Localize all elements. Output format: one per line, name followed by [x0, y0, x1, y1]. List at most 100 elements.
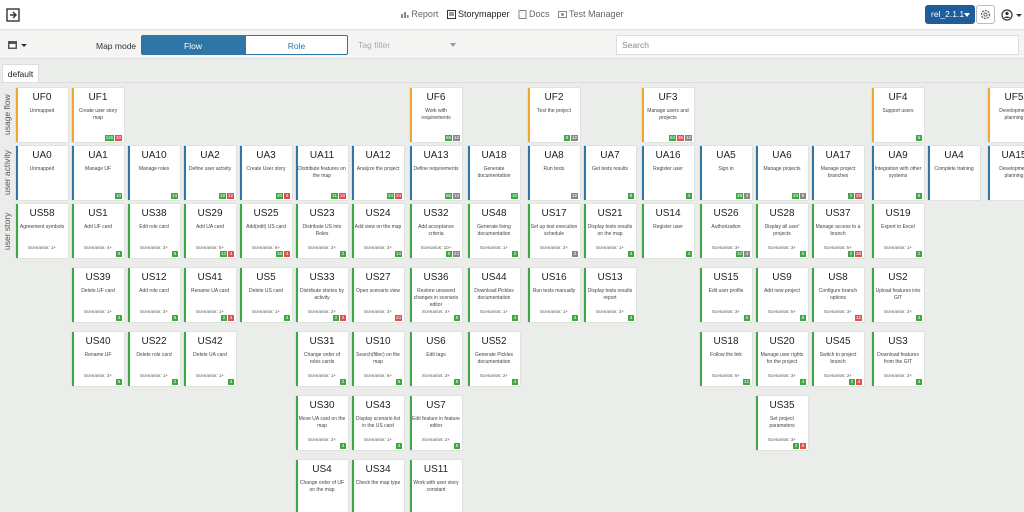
- us-card-us25[interactable]: US25 Add(edit) US card Scenarios: 6+ 16 4: [240, 204, 292, 258]
- uf-card-uf3[interactable]: UF3 Manage users and projects 54 36 12: [642, 88, 694, 142]
- card-badges: 34 24: [386, 193, 402, 199]
- us-card-us31[interactable]: US31 Change order of roles cards Scenarios…: [296, 332, 348, 386]
- ua-card-ua17[interactable]: UA17 Manage project branches 2 28: [812, 146, 864, 200]
- us-card-us42[interactable]: US42 Delete UA card Scenarios: 1+ 4: [184, 332, 236, 386]
- us-card-us19[interactable]: US19 Export to Excel Scenarios: 1+ 2: [872, 204, 924, 258]
- nav-test-manager[interactable]: Test Manager: [558, 9, 624, 19]
- ua-card-ua0[interactable]: UA0 Unmapped: [16, 146, 68, 200]
- us-card-us40[interactable]: US40 Rename UF Scenarios: 3+ 6: [72, 332, 124, 386]
- tag-filter-select[interactable]: Tag filter: [352, 35, 460, 55]
- us-card-us45[interactable]: US45 Switch to project branch Scenarios: 2…: [812, 332, 864, 386]
- ua-card-ua18[interactable]: UA18 Generate documentation 10: [468, 146, 520, 200]
- status-badge-gray: 4: [744, 251, 750, 257]
- ua-card-ua11[interactable]: UA11 Distribute features on the map 11 10: [296, 146, 348, 200]
- ua-card-ua9[interactable]: UA9 Integration with other systems 6: [872, 146, 924, 200]
- card-id: US36: [423, 272, 449, 283]
- ua-card-ua4[interactable]: UA4 Complete training: [928, 146, 980, 200]
- us-card-us12[interactable]: US12 Add role card Scenarios: 3+ 6: [128, 268, 180, 322]
- us-card-us39[interactable]: US39 Delete UF card Scenarios: 1+ 4: [72, 268, 124, 322]
- us-card-us28[interactable]: US28 Display all user' projects Scenarios:…: [756, 204, 808, 258]
- uf-card-uf5[interactable]: UF5 Development planning: [988, 88, 1024, 142]
- us-card-us14[interactable]: US14 Register user 4: [642, 204, 694, 258]
- us-card-us52[interactable]: US52 Generate Pickles documentation Scenar…: [468, 332, 520, 386]
- us-card-us48[interactable]: US48 Generate living documentation Scenari…: [468, 204, 520, 258]
- us-card-us22[interactable]: US22 Delete role card Scenarios: 1+ 2: [128, 332, 180, 386]
- us-card-us30[interactable]: US30 Move UA card on the map Scenarios: 2+…: [296, 396, 348, 450]
- card-id: US7: [426, 400, 446, 411]
- ua-card-ua3[interactable]: UA3 Create User story 20 4: [240, 146, 292, 200]
- release-dropdown[interactable]: rel_2.1.1: [925, 5, 975, 24]
- user-menu[interactable]: [1001, 8, 1023, 22]
- card-id: US31: [309, 336, 335, 347]
- us-card-us8[interactable]: US8 Configure branch options Scenarios: 3+…: [812, 268, 864, 322]
- us-card-us7[interactable]: US7 Edit feature in feature editor Scenari…: [410, 396, 462, 450]
- settings-button[interactable]: [976, 5, 995, 24]
- us-card-us18[interactable]: US18 Follow the link Scenarios: 6+ 12: [700, 332, 752, 386]
- uf-card-uf4[interactable]: UF4 Support users 6: [872, 88, 924, 142]
- us-card-us26[interactable]: US26 Authorization Scenarios: 3+ 10 4: [700, 204, 752, 258]
- us-card-us41[interactable]: US41 Rename UA card Scenarios: 1+ 2 4: [184, 268, 236, 322]
- tab-default[interactable]: default: [2, 64, 39, 82]
- us-card-us4[interactable]: US4 Change order of UF on the map: [296, 460, 348, 512]
- role-mode-button[interactable]: Role: [245, 35, 348, 55]
- flow-mode-button[interactable]: Flow: [141, 35, 245, 55]
- uf-card-uf2[interactable]: UF2 Test the project 8 12: [528, 88, 580, 142]
- us-card-us9[interactable]: US9 Add new project Scenarios: 5+ 8: [756, 268, 808, 322]
- us-card-us44[interactable]: US44 Download Pickles documentation Scenar…: [468, 268, 520, 322]
- status-badge-green: 4: [284, 315, 290, 321]
- ua-card-ua2[interactable]: UA2 Define user activity 18 12: [184, 146, 236, 200]
- us-card-us23[interactable]: US23 Distribute US into Roles Scenarios: 2…: [296, 204, 348, 258]
- card-badges: 10: [510, 193, 518, 199]
- us-card-us3[interactable]: US3 Download features from the GIT Scenari…: [872, 332, 924, 386]
- us-card-us34[interactable]: US34 Check the map type: [352, 460, 404, 512]
- nav-report[interactable]: Report: [400, 9, 438, 19]
- status-badge-red: 4: [856, 379, 862, 385]
- us-card-us15[interactable]: US15 Edit user profile Scenarios: 3+ 6: [700, 268, 752, 322]
- card-badges: 6: [916, 135, 922, 141]
- ua-card-ua10[interactable]: UA10 Manage roles 14: [128, 146, 180, 200]
- us-card-us6[interactable]: US6 Edit tags Scenarios: 3+ 6: [410, 332, 462, 386]
- uf-card-uf0[interactable]: UF0 Unmapped: [16, 88, 68, 142]
- us-card-us37[interactable]: US37 Manage access to a branch Scenarios: …: [812, 204, 864, 258]
- status-badge-green: 115: [104, 135, 114, 141]
- us-card-us11[interactable]: US11 Work with user story constant: [410, 460, 462, 512]
- nav-storymapper[interactable]: Storymapper: [446, 9, 509, 19]
- status-badge-green: 6: [116, 379, 122, 385]
- us-card-us32[interactable]: US32 Add acceptance criteria Scenarios: 10…: [410, 204, 462, 258]
- us-card-us29[interactable]: US29 Add UA card Scenarios: 5+ 12 4: [184, 204, 236, 258]
- us-card-us36[interactable]: US36 Restore unsaved changes in scenario …: [410, 268, 462, 322]
- us-card-us17[interactable]: US17 Set up test execution schedule Scenar…: [528, 204, 580, 258]
- export-menu-icon[interactable]: [7, 39, 29, 51]
- us-card-us1[interactable]: US1 Add UF card Scenarios: 4+ 8: [72, 204, 124, 258]
- us-card-us2[interactable]: US2 Upload features into GIT Scenarios: 2+…: [872, 268, 924, 322]
- ua-card-ua1[interactable]: UA1 Manage UF 10: [72, 146, 124, 200]
- card-id: US32: [423, 208, 449, 219]
- ua-card-ua7[interactable]: UA7 Get tests results 8: [584, 146, 636, 200]
- us-card-us38[interactable]: US38 Edit role card Scenarios: 3+ 6: [128, 204, 180, 258]
- us-card-us43[interactable]: US43 Display scenario list in the US card…: [352, 396, 404, 450]
- ua-card-ua8[interactable]: UA8 Run tests 12: [528, 146, 580, 200]
- us-card-us20[interactable]: US20 Manage user rights for the project Sc…: [756, 332, 808, 386]
- us-card-us5[interactable]: US5 Delete US card Scenarios: 1+ 4: [240, 268, 292, 322]
- us-card-us24[interactable]: US24 Add view on the map Scenarios: 3+ 14: [352, 204, 404, 258]
- uf-card-uf6[interactable]: UF6 Work with requirements 66 12: [410, 88, 462, 142]
- us-card-us13[interactable]: US13 Display tests results report Scenario…: [584, 268, 636, 322]
- ua-card-ua16[interactable]: UA16 Register user 4: [642, 146, 694, 200]
- ua-card-ua5[interactable]: UA5 Sign in 28 4: [700, 146, 752, 200]
- ua-card-ua15[interactable]: UA15 Development planning: [988, 146, 1024, 200]
- nav-docs[interactable]: Docs: [518, 9, 550, 19]
- ua-card-ua13[interactable]: UA13 Define requirements 56 12: [410, 146, 462, 200]
- us-card-us27[interactable]: US27 Open scenario view Scenarios: 3+ 24: [352, 268, 404, 322]
- us-card-us35[interactable]: US35 Set project parameters Scenarios: 3+ 2…: [756, 396, 808, 450]
- status-badge-green: 6: [800, 251, 806, 257]
- uf-card-uf1[interactable]: UF1 Create user story map 115 10: [72, 88, 124, 142]
- us-card-us10[interactable]: US10 Search(filter) on the map Scenarios: …: [352, 332, 404, 386]
- search-input[interactable]: Search: [616, 35, 1019, 55]
- ua-card-ua12[interactable]: UA12 Analyze the project 34 24: [352, 146, 404, 200]
- us-card-us21[interactable]: US21 Display tests results on the map Scen…: [584, 204, 636, 258]
- us-card-us58[interactable]: US58 Agreement symbols Scenarios: 1+: [16, 204, 68, 258]
- us-card-us33[interactable]: US33 Distribute stories by activity Scenar…: [296, 268, 348, 322]
- card-id: US16: [541, 272, 567, 283]
- ua-card-ua6[interactable]: UA6 Manage projects 20 8: [756, 146, 808, 200]
- us-card-us16[interactable]: US16 Run tests manually Scenarios: 1+ 4: [528, 268, 580, 322]
